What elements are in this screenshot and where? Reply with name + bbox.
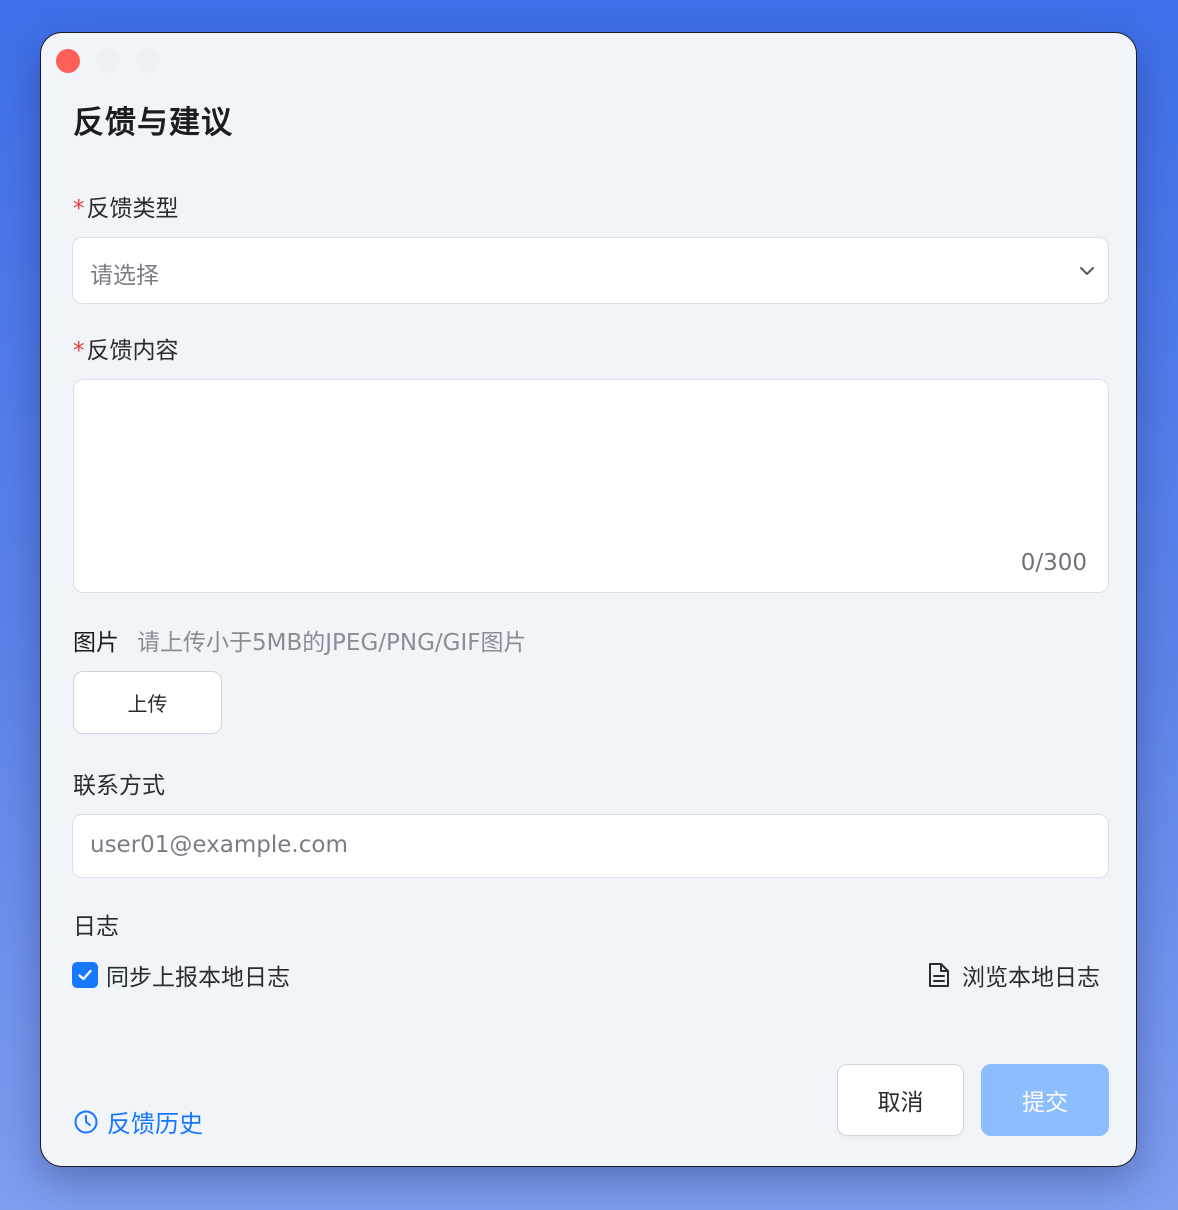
contact-value: user01@example.com (90, 832, 348, 858)
image-row: 图片 请上传小于5MB的JPEG/PNG/GIF图片 (73, 623, 527, 657)
feedback-type-label: *反馈类型 (73, 189, 179, 223)
clock-icon (74, 1110, 98, 1133)
browse-log-label: 浏览本地日志 (962, 965, 1100, 991)
cancel-button[interactable]: 取消 (837, 1064, 964, 1136)
submit-button[interactable]: 提交 (981, 1064, 1109, 1136)
feedback-type-label-text: 反馈类型 (86, 196, 179, 222)
minimize-window-button[interactable] (96, 49, 120, 73)
chevron-down-icon (1080, 267, 1094, 275)
feedback-type-select[interactable]: 请选择 (72, 237, 1109, 304)
image-hint: 请上传小于5MB的JPEG/PNG/GIF图片 (137, 630, 527, 656)
feedback-content-textarea[interactable]: 0/300 (73, 379, 1109, 593)
image-label: 图片 (73, 630, 119, 656)
feedback-history-link[interactable]: 反馈历史 (73, 1104, 203, 1139)
required-mark: * (73, 196, 85, 222)
browse-log-link[interactable]: 浏览本地日志 (928, 958, 1100, 992)
dialog-title: 反馈与建议 (73, 105, 233, 141)
window-controls (56, 49, 160, 73)
sync-log-checkbox[interactable] (72, 962, 98, 988)
close-window-button[interactable] (56, 49, 80, 73)
required-mark: * (73, 338, 85, 364)
check-icon (78, 969, 92, 981)
contact-input[interactable]: user01@example.com (72, 814, 1109, 878)
feedback-type-placeholder: 请选择 (90, 263, 159, 289)
log-label: 日志 (73, 914, 119, 940)
sync-log-option[interactable]: 同步上报本地日志 (72, 958, 290, 992)
feedback-content-label: *反馈内容 (73, 331, 179, 365)
feedback-dialog: 反馈与建议 *反馈类型 请选择 *反馈内容 0/300 图片 请上传小于5MB的J… (40, 32, 1137, 1167)
character-counter: 0/300 (1020, 550, 1087, 576)
document-icon (929, 963, 949, 987)
sync-log-label: 同步上报本地日志 (106, 965, 290, 991)
feedback-history-label: 反馈历史 (107, 1110, 203, 1138)
upload-button[interactable]: 上传 (73, 671, 222, 734)
contact-label: 联系方式 (73, 773, 165, 799)
maximize-window-button[interactable] (136, 49, 160, 73)
feedback-content-label-text: 反馈内容 (86, 338, 179, 364)
